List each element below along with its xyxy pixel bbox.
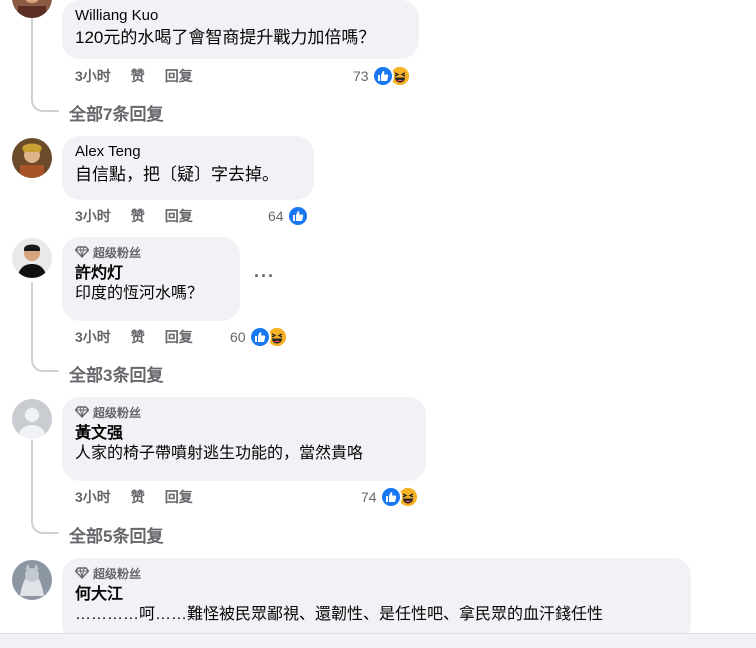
top-fan-badge[interactable]: 超级粉丝	[75, 404, 414, 420]
badge-label: 超级粉丝	[93, 245, 142, 260]
comment-author[interactable]: 許灼灯	[75, 265, 228, 283]
comment-bubble: 超级粉丝 黃文强 人家的椅子帶噴射逃生功能的，當然貴咯	[62, 397, 426, 481]
reply-button[interactable]: 回复	[165, 327, 193, 347]
like-button[interactable]: 赞	[131, 487, 145, 507]
comment-text: …………呵……難怪被民眾鄙視、還韌性、是任性吧、拿民眾的血汗錢任性	[75, 606, 604, 623]
top-fan-badge[interactable]: 超级粉丝	[75, 244, 228, 260]
comment-author[interactable]: 何大江	[75, 586, 679, 604]
comment-text: 自信點，把〔疑〕字去掉。	[75, 165, 279, 184]
badge-label: 超级粉丝	[93, 405, 142, 420]
like-button[interactable]: 赞	[131, 327, 145, 347]
avatar[interactable]	[12, 138, 52, 178]
reaction-summary[interactable]: 64	[268, 205, 309, 227]
avatar[interactable]	[12, 0, 52, 18]
like-button[interactable]: 赞	[131, 206, 145, 226]
comment-actions: 3小时 赞 回复	[75, 206, 213, 226]
reaction-count: 64	[268, 208, 284, 224]
comment-actions: 3小时 赞 回复	[75, 327, 213, 347]
comment-author[interactable]: Alex Teng	[75, 143, 302, 161]
diamond-icon	[75, 406, 89, 418]
avatar[interactable]	[12, 399, 52, 439]
comment-time[interactable]: 3小时	[75, 66, 111, 86]
comment-bubble: 超级粉丝 何大江 …………呵……難怪被民眾鄙視、還韌性、是任性吧、拿民眾的血汗錢…	[62, 558, 691, 642]
avatar[interactable]	[12, 238, 52, 278]
comment-bubble: 超级粉丝 許灼灯 印度的恆河水嗎？	[62, 237, 240, 321]
thumbs-up-icon	[248, 326, 271, 348]
comment-author[interactable]: 黃文强	[75, 425, 414, 443]
badge-label: 超级粉丝	[93, 566, 142, 581]
comment-time[interactable]: 3小时	[75, 487, 111, 507]
reaction-count: 74	[361, 489, 377, 505]
view-replies-link[interactable]: 全部5条回复	[69, 522, 163, 547]
view-replies-link[interactable]: 全部3条回复	[69, 361, 163, 386]
reply-button[interactable]: 回复	[165, 206, 193, 226]
comment-actions: 3小时 赞 回复	[75, 487, 213, 507]
comment-text: 印度的恆河水嗎？	[75, 285, 204, 302]
thread-line	[31, 282, 59, 372]
reply-button[interactable]: 回复	[165, 487, 193, 507]
comment-time[interactable]: 3小时	[75, 327, 111, 347]
thread-line	[31, 18, 59, 112]
reaction-summary[interactable]: 73	[353, 65, 411, 87]
view-replies-link[interactable]: 全部7条回复	[69, 100, 163, 125]
more-options-button[interactable]: ···	[254, 266, 275, 287]
reply-button[interactable]: 回复	[165, 66, 193, 86]
comment-actions: 3小时 赞 回复	[75, 66, 213, 86]
bottom-divider	[0, 633, 756, 648]
like-button[interactable]: 赞	[131, 66, 145, 86]
reaction-summary[interactable]: 60	[230, 326, 288, 348]
comment-time[interactable]: 3小时	[75, 206, 111, 226]
diamond-icon	[75, 246, 89, 258]
comment-text: 人家的椅子帶噴射逃生功能的，當然貴咯	[75, 445, 364, 462]
reaction-count: 60	[230, 329, 246, 345]
reaction-summary[interactable]: 74	[361, 486, 419, 508]
diamond-icon	[75, 567, 89, 579]
avatar[interactable]	[12, 560, 52, 600]
comment-text: 120元的水喝了會智商提升戰力加倍嗎？	[75, 28, 376, 47]
thread-line	[31, 440, 59, 534]
comment-author[interactable]: Williang Kuo	[75, 7, 407, 25]
thumbs-up-icon	[379, 486, 402, 508]
comment-bubble: Williang Kuo 120元的水喝了會智商提升戰力加倍嗎？	[62, 0, 419, 59]
thumbs-up-icon	[286, 205, 309, 227]
top-fan-badge[interactable]: 超级粉丝	[75, 565, 679, 581]
reaction-count: 73	[353, 68, 369, 84]
comment-bubble: Alex Teng 自信點，把〔疑〕字去掉。	[62, 136, 314, 200]
thumbs-up-icon	[371, 65, 394, 87]
